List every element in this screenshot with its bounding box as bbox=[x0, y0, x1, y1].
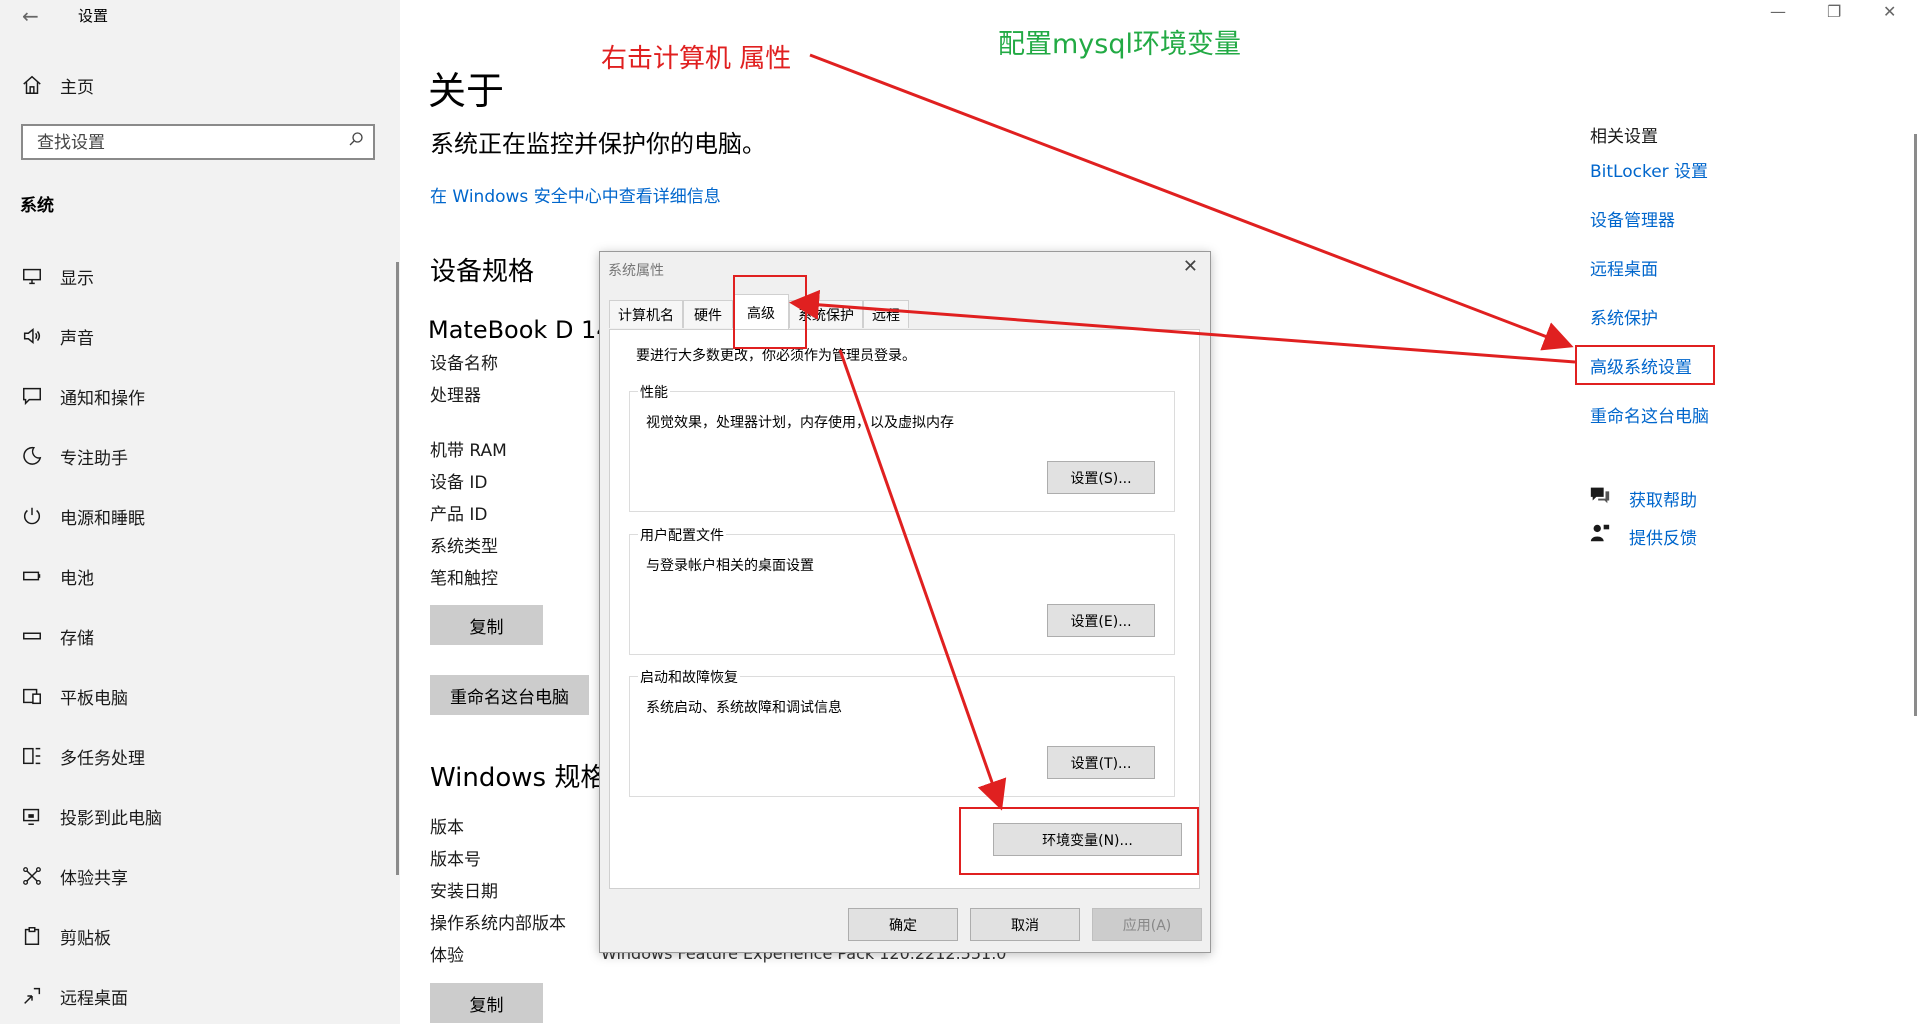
arrow-to-environment-variables bbox=[838, 349, 1007, 811]
annotation-arrows bbox=[789, 53, 1576, 811]
arrow-to-advanced-tab bbox=[789, 289, 1576, 364]
arrow-to-advanced-system-settings bbox=[809, 53, 1574, 351]
